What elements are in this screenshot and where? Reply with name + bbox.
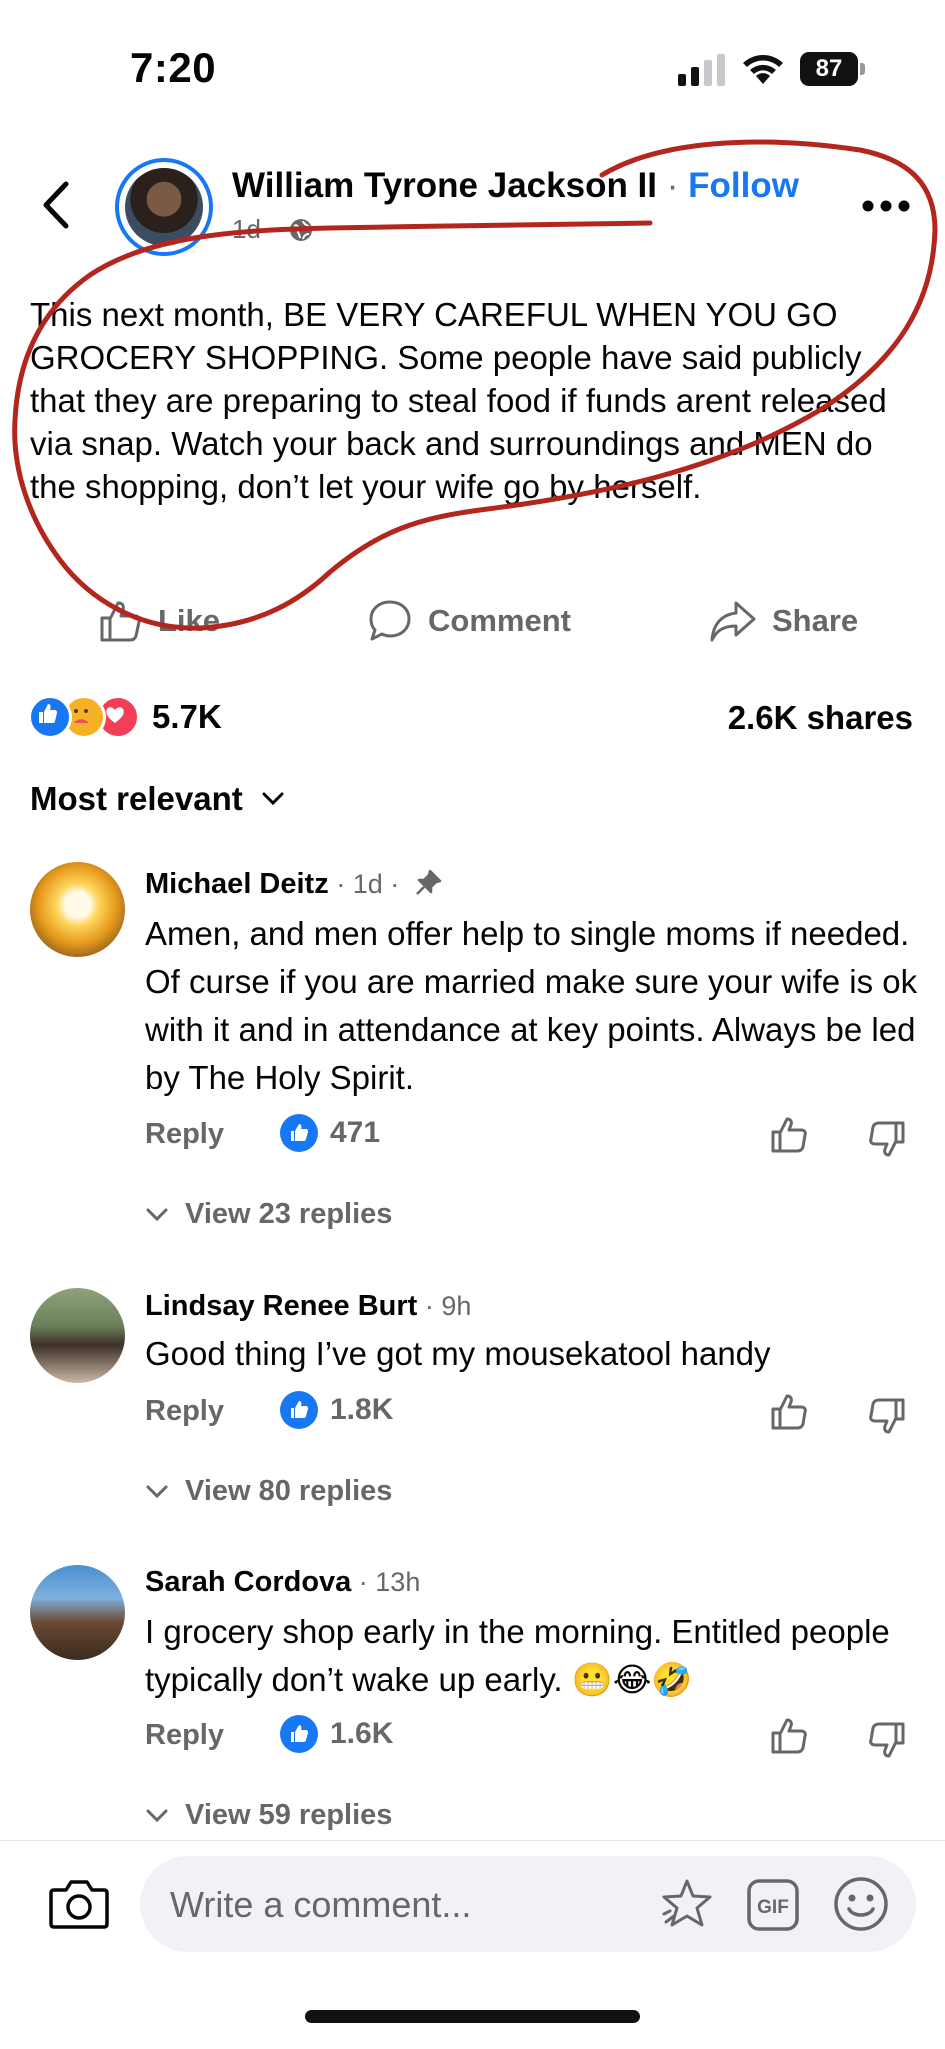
cellular-signal-icon <box>678 54 725 86</box>
like-badge-icon <box>280 1114 318 1152</box>
share-label: Share <box>772 603 859 638</box>
thumbs-up-icon[interactable] <box>768 1391 810 1433</box>
thumbs-down-icon[interactable] <box>866 1118 908 1160</box>
commenter-avatar[interactable] <box>30 862 125 957</box>
commenter-name[interactable]: Lindsay Renee Burt <box>145 1290 417 1322</box>
thumbs-up-icon <box>100 601 141 642</box>
chevron-down-icon <box>146 1485 168 1498</box>
post-meta: 1d · <box>232 214 314 245</box>
comment-text: Good thing I’ve got my mousekatool handy <box>145 1335 771 1372</box>
view-replies-label: View 59 replies <box>185 1799 393 1831</box>
more-options-icon[interactable] <box>862 198 910 214</box>
view-replies-label: View 80 replies <box>185 1475 393 1507</box>
comment-likes[interactable]: 1.8K <box>280 1391 393 1429</box>
comment-author-line: Lindsay Renee Burt · 9h <box>145 1290 471 1323</box>
reply-button[interactable]: Reply <box>145 1118 224 1151</box>
battery-level: 87 <box>815 55 843 82</box>
home-indicator <box>305 2010 640 2023</box>
speech-bubble-icon <box>369 600 411 641</box>
view-replies-button[interactable]: View 23 replies <box>145 1198 392 1231</box>
like-count: 1.6K <box>330 1717 394 1750</box>
like-badge-icon <box>280 1715 318 1753</box>
globe-icon <box>290 219 313 241</box>
like-label: Like <box>158 603 221 638</box>
back-arrow-icon[interactable] <box>38 180 76 230</box>
thumbs-up-icon[interactable] <box>768 1715 810 1757</box>
battery-indicator: 87 <box>800 52 866 86</box>
chevron-down-icon <box>262 792 284 806</box>
like-button[interactable]: Like <box>96 596 220 646</box>
camera-icon[interactable] <box>48 1876 110 1932</box>
comment-emojis: 😬😂🤣 <box>571 1661 693 1698</box>
shares-count[interactable]: 2.6K shares <box>728 699 913 737</box>
comment-meta: · 9h <box>417 1291 472 1321</box>
comment-likes[interactable]: 1.6K <box>280 1715 393 1753</box>
share-arrow-icon <box>710 601 756 642</box>
comment-meta: · 13h <box>351 1567 421 1597</box>
comment-body: I grocery shop early in the morning. Ent… <box>145 1613 890 1698</box>
reaction-count: 5.7K <box>152 698 222 735</box>
comment-input[interactable] <box>168 1880 622 1930</box>
commenter-name[interactable]: Sarah Cordova <box>145 1566 351 1598</box>
chevron-down-icon <box>146 1809 168 1822</box>
thumbs-down-icon[interactable] <box>866 1719 908 1761</box>
reply-button[interactable]: Reply <box>145 1395 224 1428</box>
comment-text: Amen, and men offer help to single moms … <box>145 915 918 1096</box>
comment-author-line: Sarah Cordova · 13h <box>145 1566 420 1599</box>
comment-label: Comment <box>428 603 571 638</box>
author-name[interactable]: William Tyrone Jackson II <box>232 166 657 205</box>
status-time: 7:20 <box>130 44 217 91</box>
comment-likes[interactable]: 471 <box>280 1114 380 1152</box>
comment-author-line: Michael Deitz · 1d · <box>145 868 443 901</box>
like-count: 1.8K <box>330 1393 394 1426</box>
commenter-avatar[interactable] <box>30 1288 125 1383</box>
svg-text:GIF: GIF <box>757 1897 789 1918</box>
view-replies-button[interactable]: View 59 replies <box>145 1799 392 1832</box>
comment-meta: · 1d · <box>328 869 400 899</box>
sort-dropdown[interactable]: Most relevant <box>30 780 285 818</box>
like-count: 471 <box>330 1116 381 1149</box>
follow-button[interactable]: Follow <box>688 166 799 205</box>
share-button[interactable]: Share <box>708 596 858 646</box>
reply-button[interactable]: Reply <box>145 1719 224 1752</box>
comment-text: I grocery shop early in the morning. Ent… <box>145 1608 920 1704</box>
like-reaction-icon <box>28 695 72 739</box>
commenter-name[interactable]: Michael Deitz <box>145 868 329 900</box>
chevron-down-icon <box>146 1208 168 1221</box>
reactions-summary[interactable]: 5.7K <box>28 695 222 739</box>
pin-icon <box>416 869 442 895</box>
post-time: 1d · <box>232 214 277 244</box>
emoji-icon[interactable] <box>832 1875 890 1933</box>
sticker-icon[interactable] <box>658 1876 716 1934</box>
view-replies-label: View 23 replies <box>185 1198 393 1230</box>
gif-icon[interactable]: GIF <box>746 1878 800 1932</box>
author-avatar[interactable] <box>115 158 213 256</box>
thumbs-up-icon[interactable] <box>768 1114 810 1156</box>
view-replies-button[interactable]: View 80 replies <box>145 1475 392 1508</box>
post-author-line: William Tyrone Jackson II · Follow <box>232 166 799 206</box>
commenter-avatar[interactable] <box>30 1565 125 1660</box>
comment-button[interactable]: Comment <box>366 596 571 646</box>
like-badge-icon <box>280 1391 318 1429</box>
sort-label: Most relevant <box>30 780 243 817</box>
separator: · <box>657 166 689 205</box>
post-text: This next month, BE VERY CAREFUL WHEN YO… <box>30 296 887 505</box>
wifi-icon <box>743 55 783 84</box>
thumbs-down-icon[interactable] <box>866 1395 908 1437</box>
